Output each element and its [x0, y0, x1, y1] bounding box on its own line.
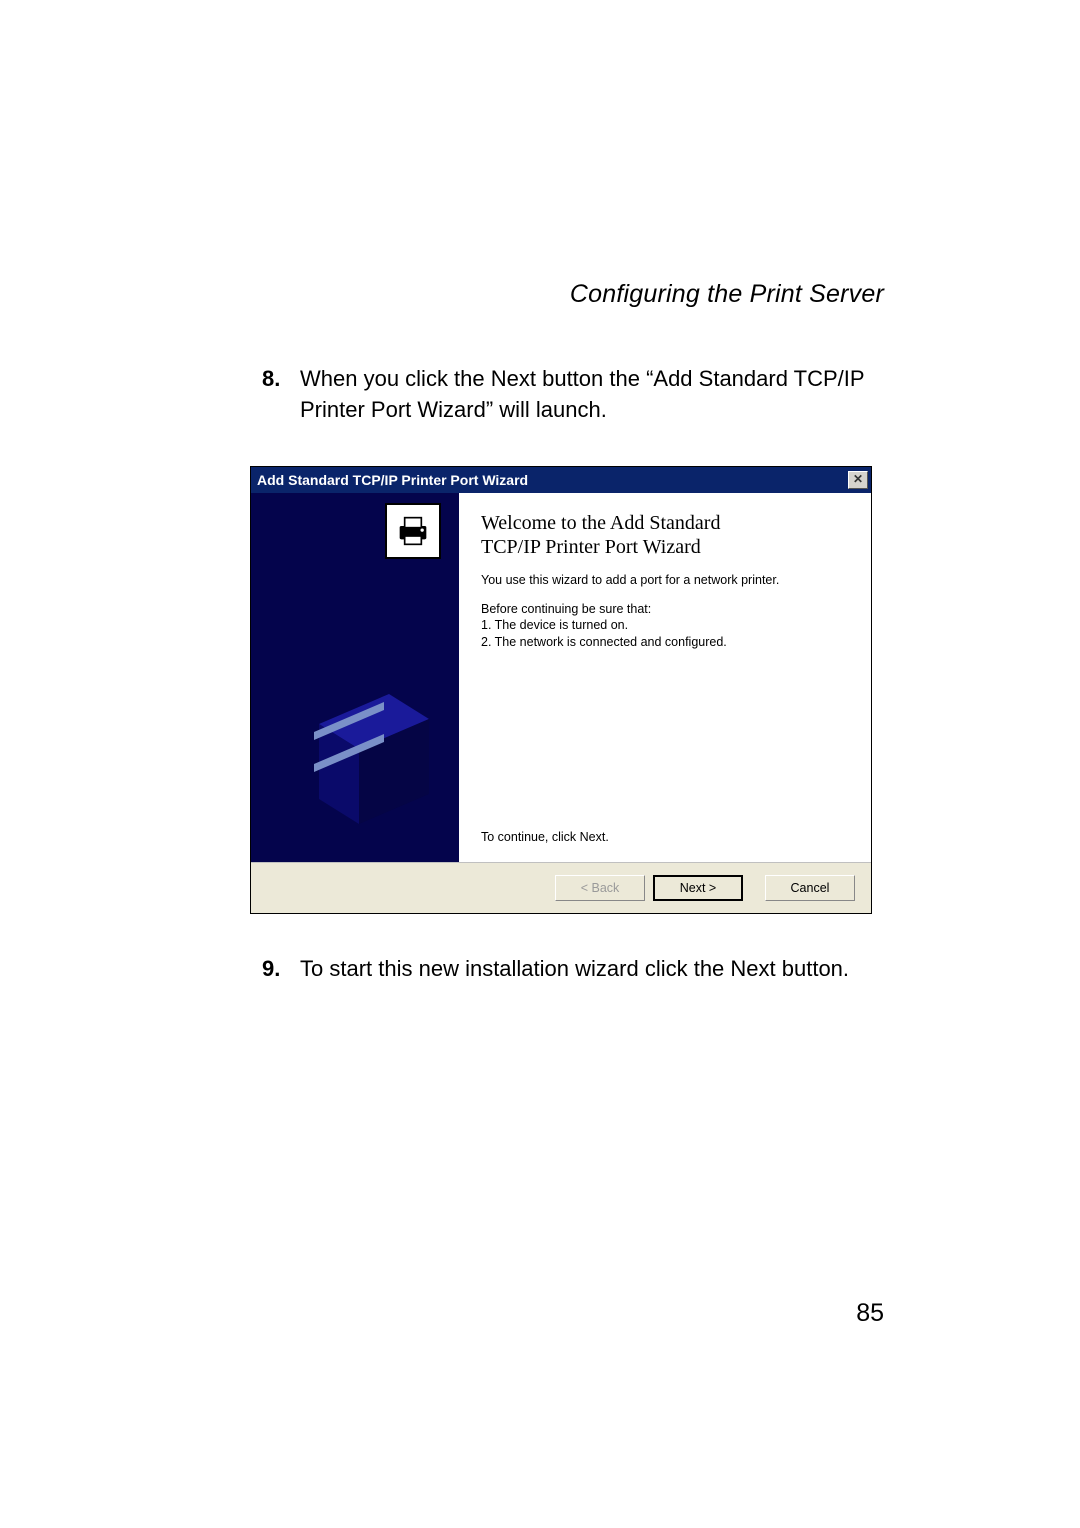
step-number: 8. [262, 364, 300, 426]
wizard-side-panel [251, 493, 459, 862]
wizard-intro: You use this wizard to add a port for a … [481, 573, 849, 587]
prereq-item-1: 1. The device is turned on. [481, 617, 849, 634]
dialog-screenshot: Add Standard TCP/IP Printer Port Wizard … [250, 466, 884, 914]
wizard-dialog: Add Standard TCP/IP Printer Port Wizard … [250, 466, 872, 914]
page: Configuring the Print Server 8. When you… [0, 0, 1080, 1528]
titlebar-text: Add Standard TCP/IP Printer Port Wizard [257, 472, 528, 488]
prereq-before: Before continuing be sure that: [481, 601, 849, 618]
titlebar: Add Standard TCP/IP Printer Port Wizard … [251, 467, 871, 493]
section-header: Configuring the Print Server [262, 280, 884, 309]
next-button[interactable]: Next > [653, 875, 743, 901]
prereq-item-2: 2. The network is connected and configur… [481, 634, 849, 651]
wizard-content: Welcome to the Add Standard TCP/IP Print… [459, 493, 871, 862]
decorative-graphic [289, 664, 439, 834]
step-text: To start this new installation wizard cl… [300, 954, 884, 985]
wizard-heading-line2: TCP/IP Printer Port Wizard [481, 536, 701, 558]
wizard-heading-line1: Welcome to the Add Standard [481, 512, 720, 534]
step-number: 9. [262, 954, 300, 985]
wizard-continue: To continue, click Next. [481, 830, 849, 850]
step-8: 8. When you click the Next button the “A… [262, 364, 884, 426]
dialog-body: Welcome to the Add Standard TCP/IP Print… [251, 493, 871, 863]
step-text: When you click the Next button the “Add … [300, 364, 884, 426]
close-icon[interactable]: ✕ [848, 471, 868, 489]
wizard-heading: Welcome to the Add Standard TCP/IP Print… [481, 511, 849, 559]
cancel-button[interactable]: Cancel [765, 875, 855, 901]
printer-icon [385, 503, 441, 559]
step-9: 9. To start this new installation wizard… [262, 954, 884, 985]
button-row: < Back Next > Cancel [251, 863, 871, 913]
back-button: < Back [555, 875, 645, 901]
wizard-prereq: Before continuing be sure that: 1. The d… [481, 601, 849, 652]
page-number: 85 [856, 1299, 884, 1328]
